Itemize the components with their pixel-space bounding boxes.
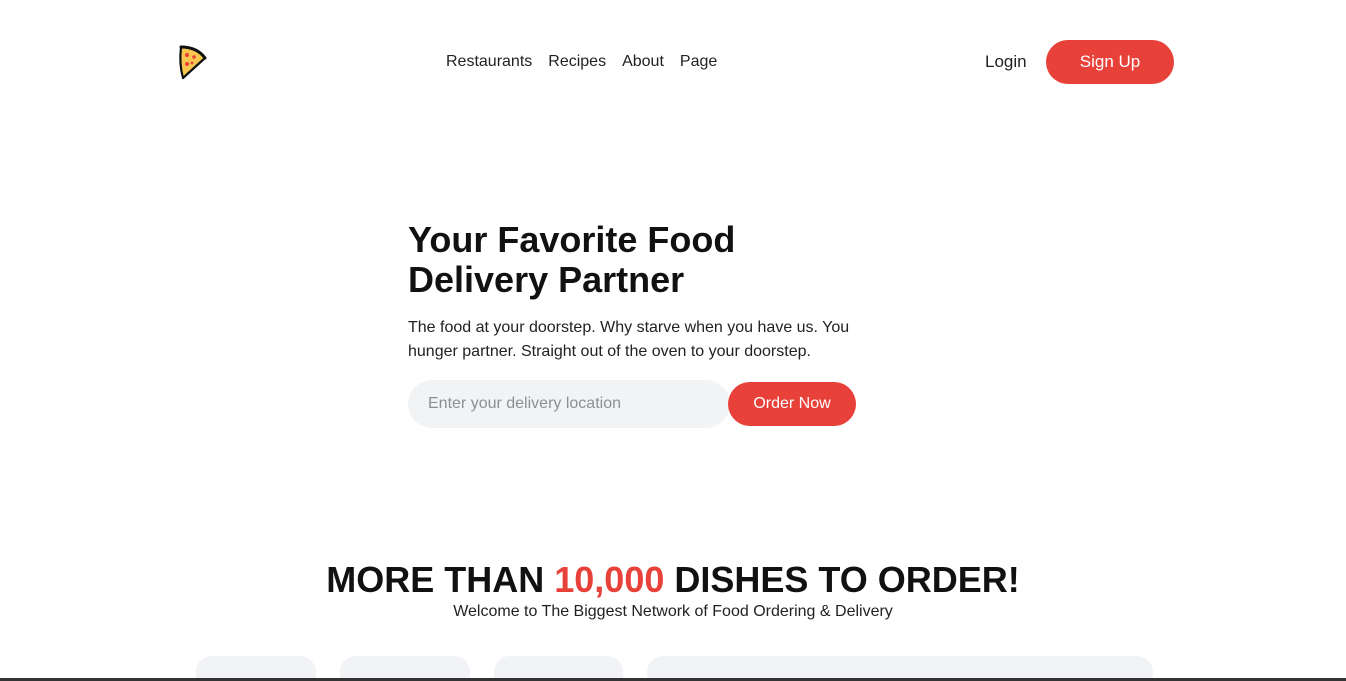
hero-description-line-2: hunger partner. Straight out of the oven… xyxy=(408,343,811,360)
main-nav: Restaurants Recipes About Page xyxy=(446,52,717,72)
hero-title: Your Favorite Food Delivery Partner xyxy=(408,220,828,300)
hero-description: The food at your doorstep. Why starve wh… xyxy=(408,316,888,364)
order-now-button[interactable]: Order Now xyxy=(728,382,856,426)
dishes-headline-end: DISHES TO ORDER! xyxy=(664,559,1020,600)
hero-title-line-2: Delivery Partner xyxy=(408,259,685,300)
nav-recipes-link[interactable]: Recipes xyxy=(548,52,606,72)
pizza-slice-icon[interactable] xyxy=(177,44,207,80)
hero-description-line-1: The food at your doorstep. Why starve wh… xyxy=(408,319,850,336)
dishes-headline-start: MORE THAN xyxy=(326,559,555,600)
nav-restaurants-link[interactable]: Restaurants xyxy=(446,52,532,72)
login-link[interactable]: Login xyxy=(985,52,1027,72)
nav-about-link[interactable]: About xyxy=(622,52,664,72)
delivery-location-input[interactable] xyxy=(408,380,730,428)
nav-page-link[interactable]: Page xyxy=(680,52,717,72)
dishes-count: 10,000 xyxy=(554,559,665,600)
page: Restaurants Recipes About Page Login Sig… xyxy=(0,0,1346,681)
dishes-subtitle: Welcome to The Biggest Network of Food O… xyxy=(453,603,893,620)
hero-title-line-1: Your Favorite Food xyxy=(408,219,736,260)
dishes-headline: MORE THAN 10,000 DISHES TO ORDER! xyxy=(0,560,1346,600)
signup-button[interactable]: Sign Up xyxy=(1046,40,1174,84)
